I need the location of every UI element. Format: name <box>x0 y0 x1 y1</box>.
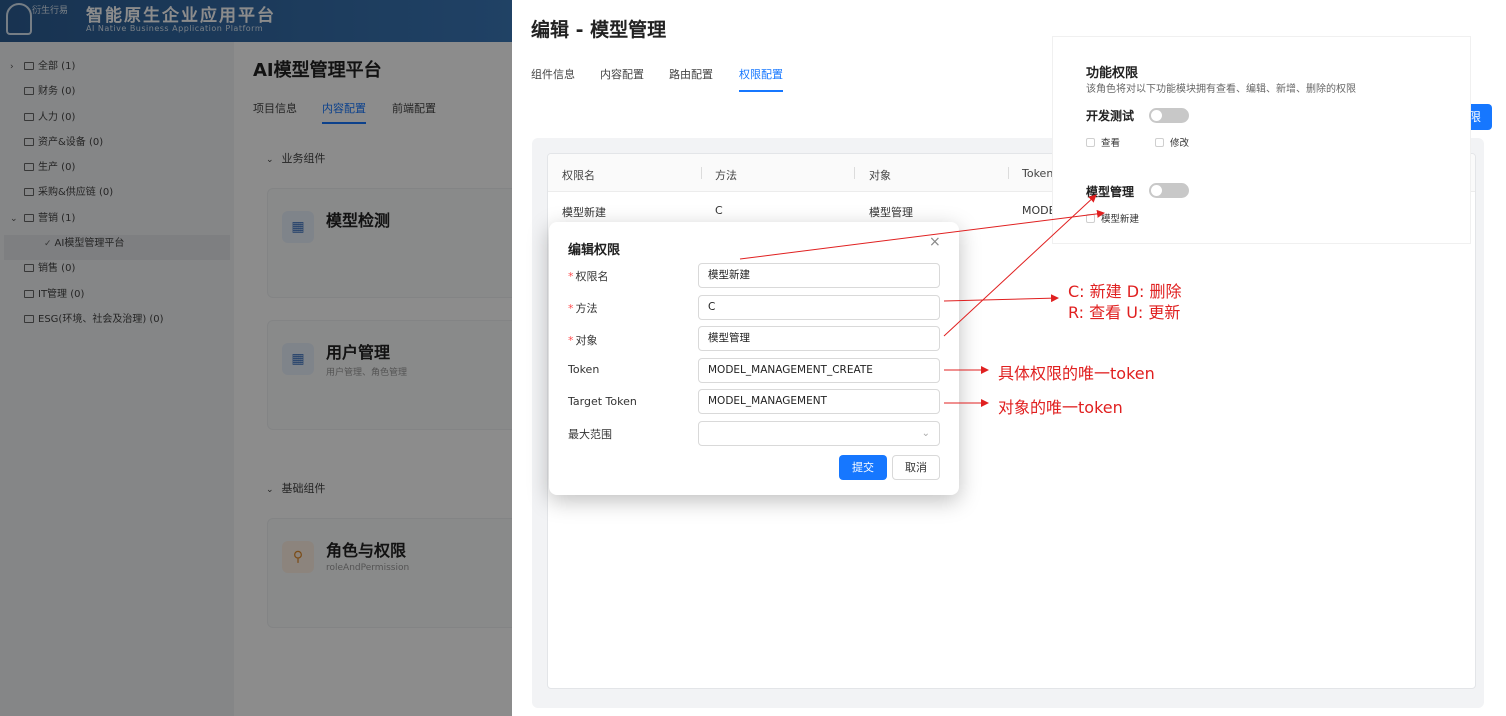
arrow-line <box>943 294 1059 303</box>
annotation-arrows <box>739 194 1105 407</box>
arrow-line <box>739 209 1105 260</box>
annotation-token: 具体权限的唯一token <box>998 364 1155 383</box>
annotation-target-token: 对象的唯一token <box>998 398 1123 417</box>
annotation-method-line2: R: 查看 U: 更新 <box>1068 303 1181 322</box>
